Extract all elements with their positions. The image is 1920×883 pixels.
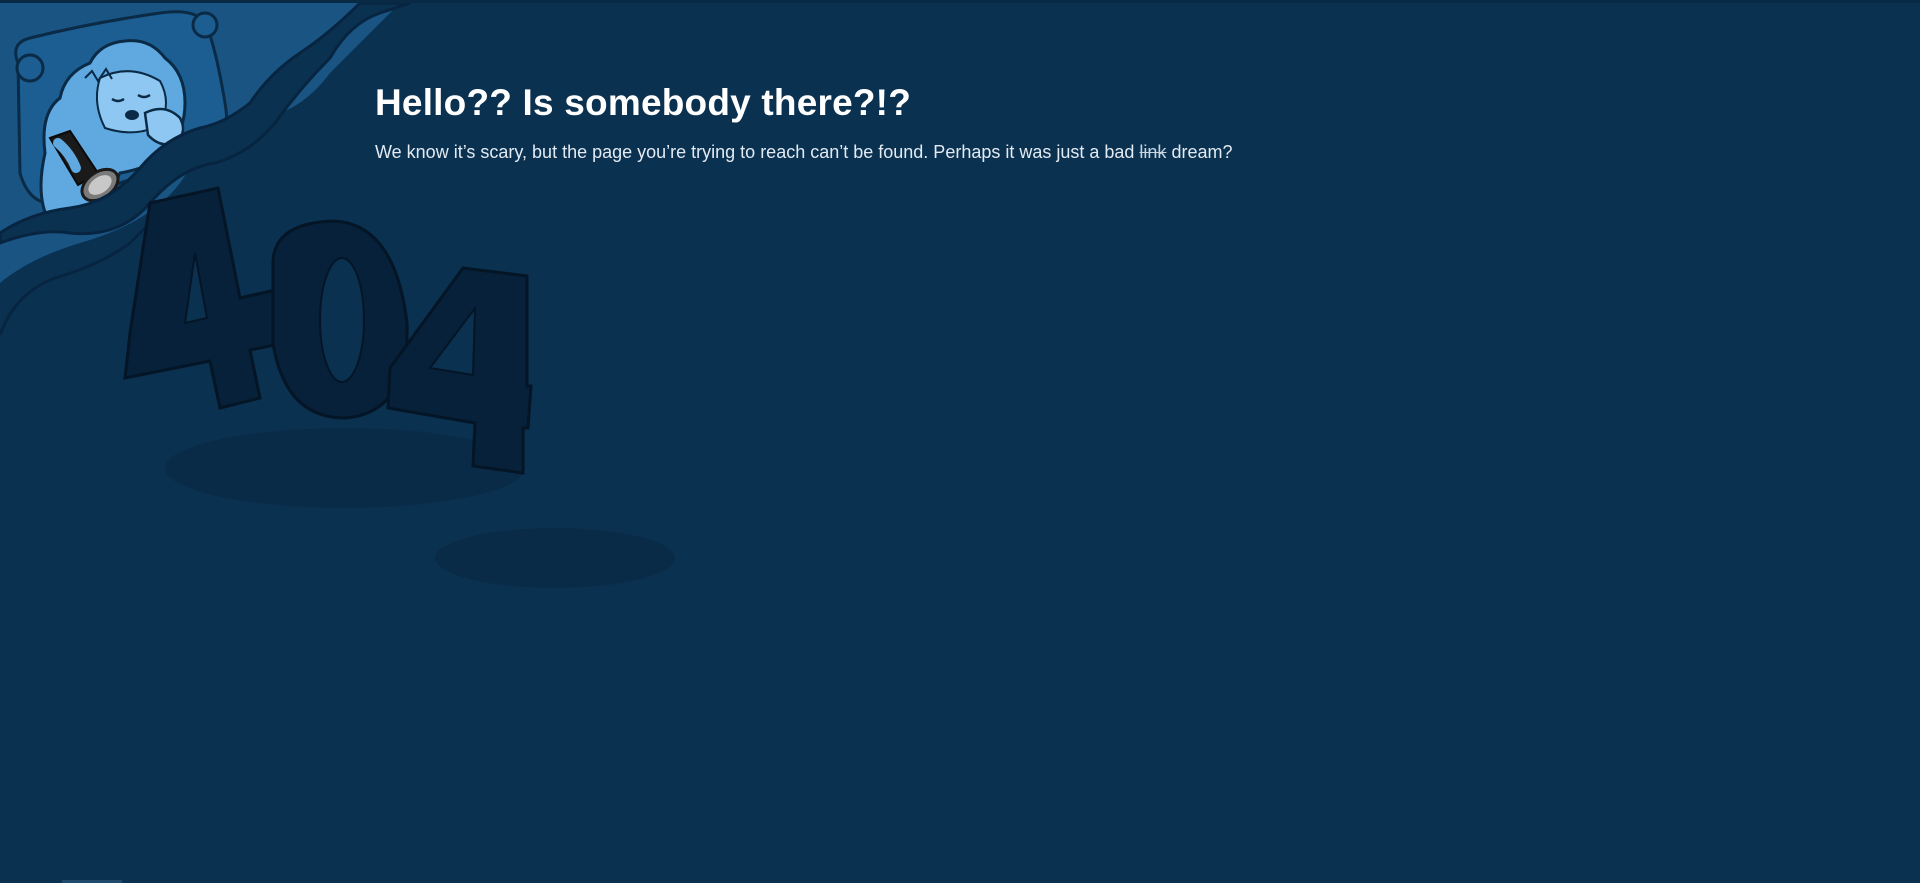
error-message-block: Hello?? Is somebody there?!? We know it’… <box>375 77 1775 165</box>
error-description: We know it’s scary, but the page you’re … <box>375 139 1775 165</box>
error-description-text: We know it’s scary, but the page you’re … <box>375 142 1140 162</box>
struck-word: link <box>1139 142 1167 162</box>
error-description-end: dream? <box>1166 142 1233 162</box>
page-title: Hello?? Is somebody there?!? <box>375 82 911 123</box>
404-numerals-graphic <box>123 186 675 588</box>
error-page: Hello?? Is somebody there?!? We know it’… <box>0 0 1920 883</box>
